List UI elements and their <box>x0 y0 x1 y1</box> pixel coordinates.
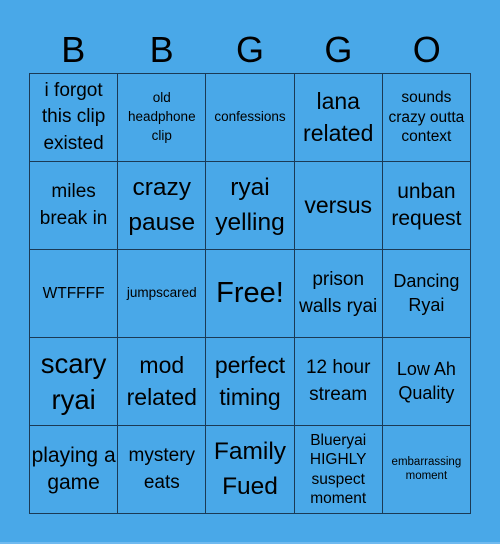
bingo-cell[interactable]: sounds crazy outta context <box>382 74 471 162</box>
header-letter: G <box>324 29 353 70</box>
bingo-cell[interactable]: WTFFFF <box>30 250 119 338</box>
bingo-cell[interactable]: crazy pause <box>118 162 207 250</box>
bingo-board: i forgot this clip existed old headphone… <box>29 73 471 514</box>
bingo-cell[interactable]: versus <box>294 162 383 250</box>
bingo-cell[interactable]: embarrassing moment <box>382 426 471 514</box>
bingo-cell[interactable]: confessions <box>206 74 295 162</box>
bingo-cell[interactable]: prison walls ryai <box>294 250 383 338</box>
bingo-cell[interactable]: ryai yelling <box>206 162 295 250</box>
bingo-header: B B G G O <box>29 28 471 72</box>
bingo-cell[interactable]: Blueryai HIGHLY suspect moment <box>294 426 383 514</box>
bingo-cell[interactable]: lana related <box>294 74 383 162</box>
header-letter: B <box>61 29 86 70</box>
bingo-cell[interactable]: i forgot this clip existed <box>30 74 119 162</box>
bingo-cell[interactable]: old headphone clip <box>118 74 207 162</box>
bingo-cell[interactable]: scary ryai <box>30 338 119 426</box>
bingo-cell[interactable]: unban request <box>382 162 471 250</box>
bingo-cell[interactable]: Family Fued <box>206 426 295 514</box>
bingo-cell[interactable]: perfect timing <box>206 338 295 426</box>
bingo-cell[interactable]: miles break in <box>30 162 119 250</box>
bingo-cell[interactable]: 12 hour stream <box>294 338 383 426</box>
bingo-cell[interactable]: Dancing Ryai <box>382 250 471 338</box>
bingo-cell[interactable]: mod related <box>118 338 207 426</box>
bingo-cell[interactable]: Low Ah Quality <box>382 338 471 426</box>
bingo-cell[interactable]: mystery eats <box>118 426 207 514</box>
header-letter: B <box>149 29 174 70</box>
header-letter: G <box>235 29 264 70</box>
header-letter: O <box>412 29 441 70</box>
bingo-cell[interactable]: playing a game <box>30 426 119 514</box>
free-space-cell[interactable]: Free! <box>206 250 295 338</box>
bingo-cell[interactable]: jumpscared <box>118 250 207 338</box>
